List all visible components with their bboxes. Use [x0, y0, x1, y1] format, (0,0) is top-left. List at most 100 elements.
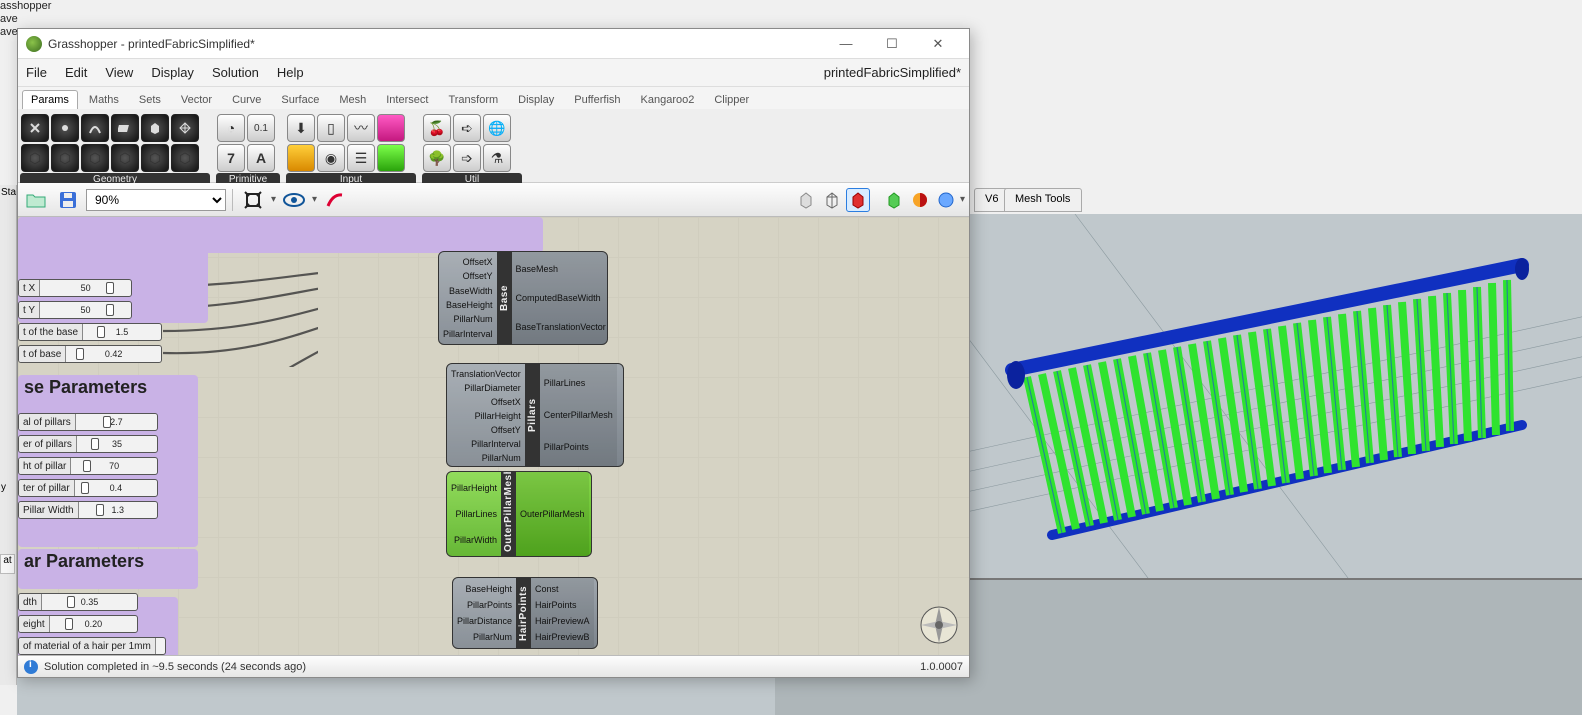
save-file-icon[interactable] [54, 187, 82, 213]
input-list-icon[interactable]: ☰ [347, 144, 375, 172]
zoom-select[interactable]: 90% [86, 189, 226, 211]
tab-display[interactable]: Display [509, 90, 563, 109]
tab-maths[interactable]: Maths [80, 90, 128, 109]
slider-hair-material[interactable]: of material of a hair per 1mm [18, 637, 166, 655]
component-hair-points[interactable]: BaseHeightPillarPoints PillarDistancePil… [452, 577, 598, 649]
slider-base-height[interactable]: t of base0.42 [18, 345, 162, 363]
menu-view[interactable]: View [105, 65, 133, 80]
tab-clipper[interactable]: Clipper [705, 90, 758, 109]
slider-pillar-height[interactable]: ht of pillar70 [18, 457, 158, 475]
open-file-icon[interactable] [22, 187, 50, 213]
canvas-toolbar: 90% ▾ ▾ ▾ [18, 183, 969, 217]
tab-curve[interactable]: Curve [223, 90, 270, 109]
menu-solution[interactable]: Solution [212, 65, 259, 80]
ribbon: ⬡ ⬡ ⬡ ⬡ ⬡ ⬡ Geometry ◔ 0.1 7 A Primitive… [18, 109, 969, 183]
sketch-icon[interactable] [321, 187, 349, 213]
geom-hex2-icon[interactable]: ⬡ [51, 144, 79, 172]
geom-hex4-icon[interactable]: ⬡ [111, 144, 139, 172]
geom-brep-icon[interactable] [141, 114, 169, 142]
input-gradient-icon[interactable] [377, 114, 405, 142]
tab-mesh[interactable]: Mesh [330, 90, 375, 109]
component-base-name: Base [497, 252, 512, 344]
geom-point-icon[interactable] [51, 114, 79, 142]
tab-surface[interactable]: Surface [272, 90, 328, 109]
close-button[interactable]: ✕ [915, 29, 961, 59]
menu-help[interactable]: Help [277, 65, 304, 80]
input-boolean-icon[interactable] [377, 144, 405, 172]
rhino-3d-geometry [982, 225, 1572, 575]
maximize-button[interactable]: ☐ [869, 29, 915, 59]
geom-mesh-icon[interactable] [171, 114, 199, 142]
geom-hex1-icon[interactable]: ⬡ [21, 144, 49, 172]
slider-offset-x[interactable]: t X50 [18, 279, 132, 297]
rhino-stat-tab[interactable]: at [0, 554, 15, 574]
slider-pillar-interval[interactable]: al of pillars2.7 [18, 413, 158, 431]
mesh-preview-icon[interactable] [934, 188, 958, 212]
prim-circle-icon[interactable]: ◔ [217, 114, 245, 142]
tab-vector[interactable]: Vector [172, 90, 221, 109]
component-hair-name: HairPoints [516, 578, 531, 648]
geom-curve-icon[interactable] [81, 114, 109, 142]
group-pillar-params[interactable]: ar Parameters [18, 549, 198, 589]
minimize-button[interactable]: — [823, 29, 869, 59]
ribbon-tabs: Params Maths Sets Vector Curve Surface M… [18, 87, 969, 109]
menu-edit[interactable]: Edit [65, 65, 87, 80]
grasshopper-canvas[interactable]: Export Parameters se Parameters ar Param… [18, 217, 969, 655]
tab-sets[interactable]: Sets [130, 90, 170, 109]
input-graph-icon[interactable]: 〰 [347, 114, 375, 142]
only-selected-icon[interactable] [882, 188, 906, 212]
util-globe-icon[interactable]: 🌐 [483, 114, 511, 142]
tab-kangaroo2[interactable]: Kangaroo2 [632, 90, 704, 109]
document-preview-icon[interactable] [908, 188, 932, 212]
input-import-icon[interactable]: ⬇ [287, 114, 315, 142]
util-tree-icon[interactable]: 🌳 [423, 144, 451, 172]
status-version: 1.0.0007 [920, 661, 963, 673]
zoom-extents-icon[interactable] [239, 187, 267, 213]
input-knob-icon[interactable]: ◉ [317, 144, 345, 172]
preview-eye-icon[interactable] [280, 187, 308, 213]
menu-display[interactable]: Display [151, 65, 194, 80]
window-title: Grasshopper - printedFabricSimplified* [48, 37, 255, 51]
tab-transform[interactable]: Transform [439, 90, 507, 109]
input-slider-icon[interactable] [287, 144, 315, 172]
util-flask-icon[interactable]: ⚗ [483, 144, 511, 172]
component-base[interactable]: OffsetXOffsetY BaseWidthBaseHeight Pilla… [438, 251, 608, 345]
slider-hair-width[interactable]: dth0.35 [18, 593, 138, 611]
rhino-tab-meshtools[interactable]: Mesh Tools [1004, 188, 1082, 212]
prim-text-icon[interactable]: A [247, 144, 275, 172]
tab-intersect[interactable]: Intersect [377, 90, 437, 109]
grasshopper-window: Grasshopper - printedFabricSimplified* —… [17, 28, 970, 678]
canvas-compass-icon[interactable] [917, 603, 961, 647]
slider-base-width[interactable]: t of the base1.5 [18, 323, 162, 341]
prim-num-icon[interactable]: 0.1 [247, 114, 275, 142]
tab-params[interactable]: Params [22, 90, 78, 109]
menu-bar: File Edit View Display Solution Help pri… [18, 59, 969, 87]
no-preview-icon[interactable] [794, 188, 818, 212]
slider-pillar-diameter[interactable]: ter of pillar0.4 [18, 479, 158, 497]
geom-hex5-icon[interactable]: ⬡ [141, 144, 169, 172]
slider-hair-height[interactable]: eight0.20 [18, 615, 138, 633]
prim-7-icon[interactable]: 7 [217, 144, 245, 172]
rhino-left-sidebar: Sta y [0, 185, 17, 685]
group-base-title: se Parameters [18, 375, 153, 400]
menu-file[interactable]: File [26, 65, 47, 80]
grasshopper-icon [26, 36, 42, 52]
wireframe-preview-icon[interactable] [820, 188, 844, 212]
util-jump-icon[interactable]: ➪ [453, 114, 481, 142]
input-panel-icon[interactable]: ▯ [317, 114, 345, 142]
component-outer-pillar-mesh[interactable]: PillarHeightPillarLinesPillarWidth Outer… [446, 471, 592, 557]
util-cherry-icon[interactable]: 🍒 [423, 114, 451, 142]
geom-cancel-icon[interactable] [21, 114, 49, 142]
util-jump2-icon[interactable]: ➩ [453, 144, 481, 172]
geom-hex6-icon[interactable]: ⬡ [171, 144, 199, 172]
status-info-icon [24, 660, 38, 674]
shaded-preview-icon[interactable] [846, 188, 870, 212]
slider-offset-y[interactable]: t Y50 [18, 301, 132, 319]
slider-pillar-num[interactable]: er of pillars35 [18, 435, 158, 453]
title-bar[interactable]: Grasshopper - printedFabricSimplified* —… [18, 29, 969, 59]
geom-surface-icon[interactable] [111, 114, 139, 142]
slider-pillar-width[interactable]: Pillar Width1.3 [18, 501, 158, 519]
component-pillars[interactable]: TranslationVectorPillarDiameter OffsetXP… [446, 363, 624, 467]
tab-pufferfish[interactable]: Pufferfish [565, 90, 629, 109]
geom-hex3-icon[interactable]: ⬡ [81, 144, 109, 172]
